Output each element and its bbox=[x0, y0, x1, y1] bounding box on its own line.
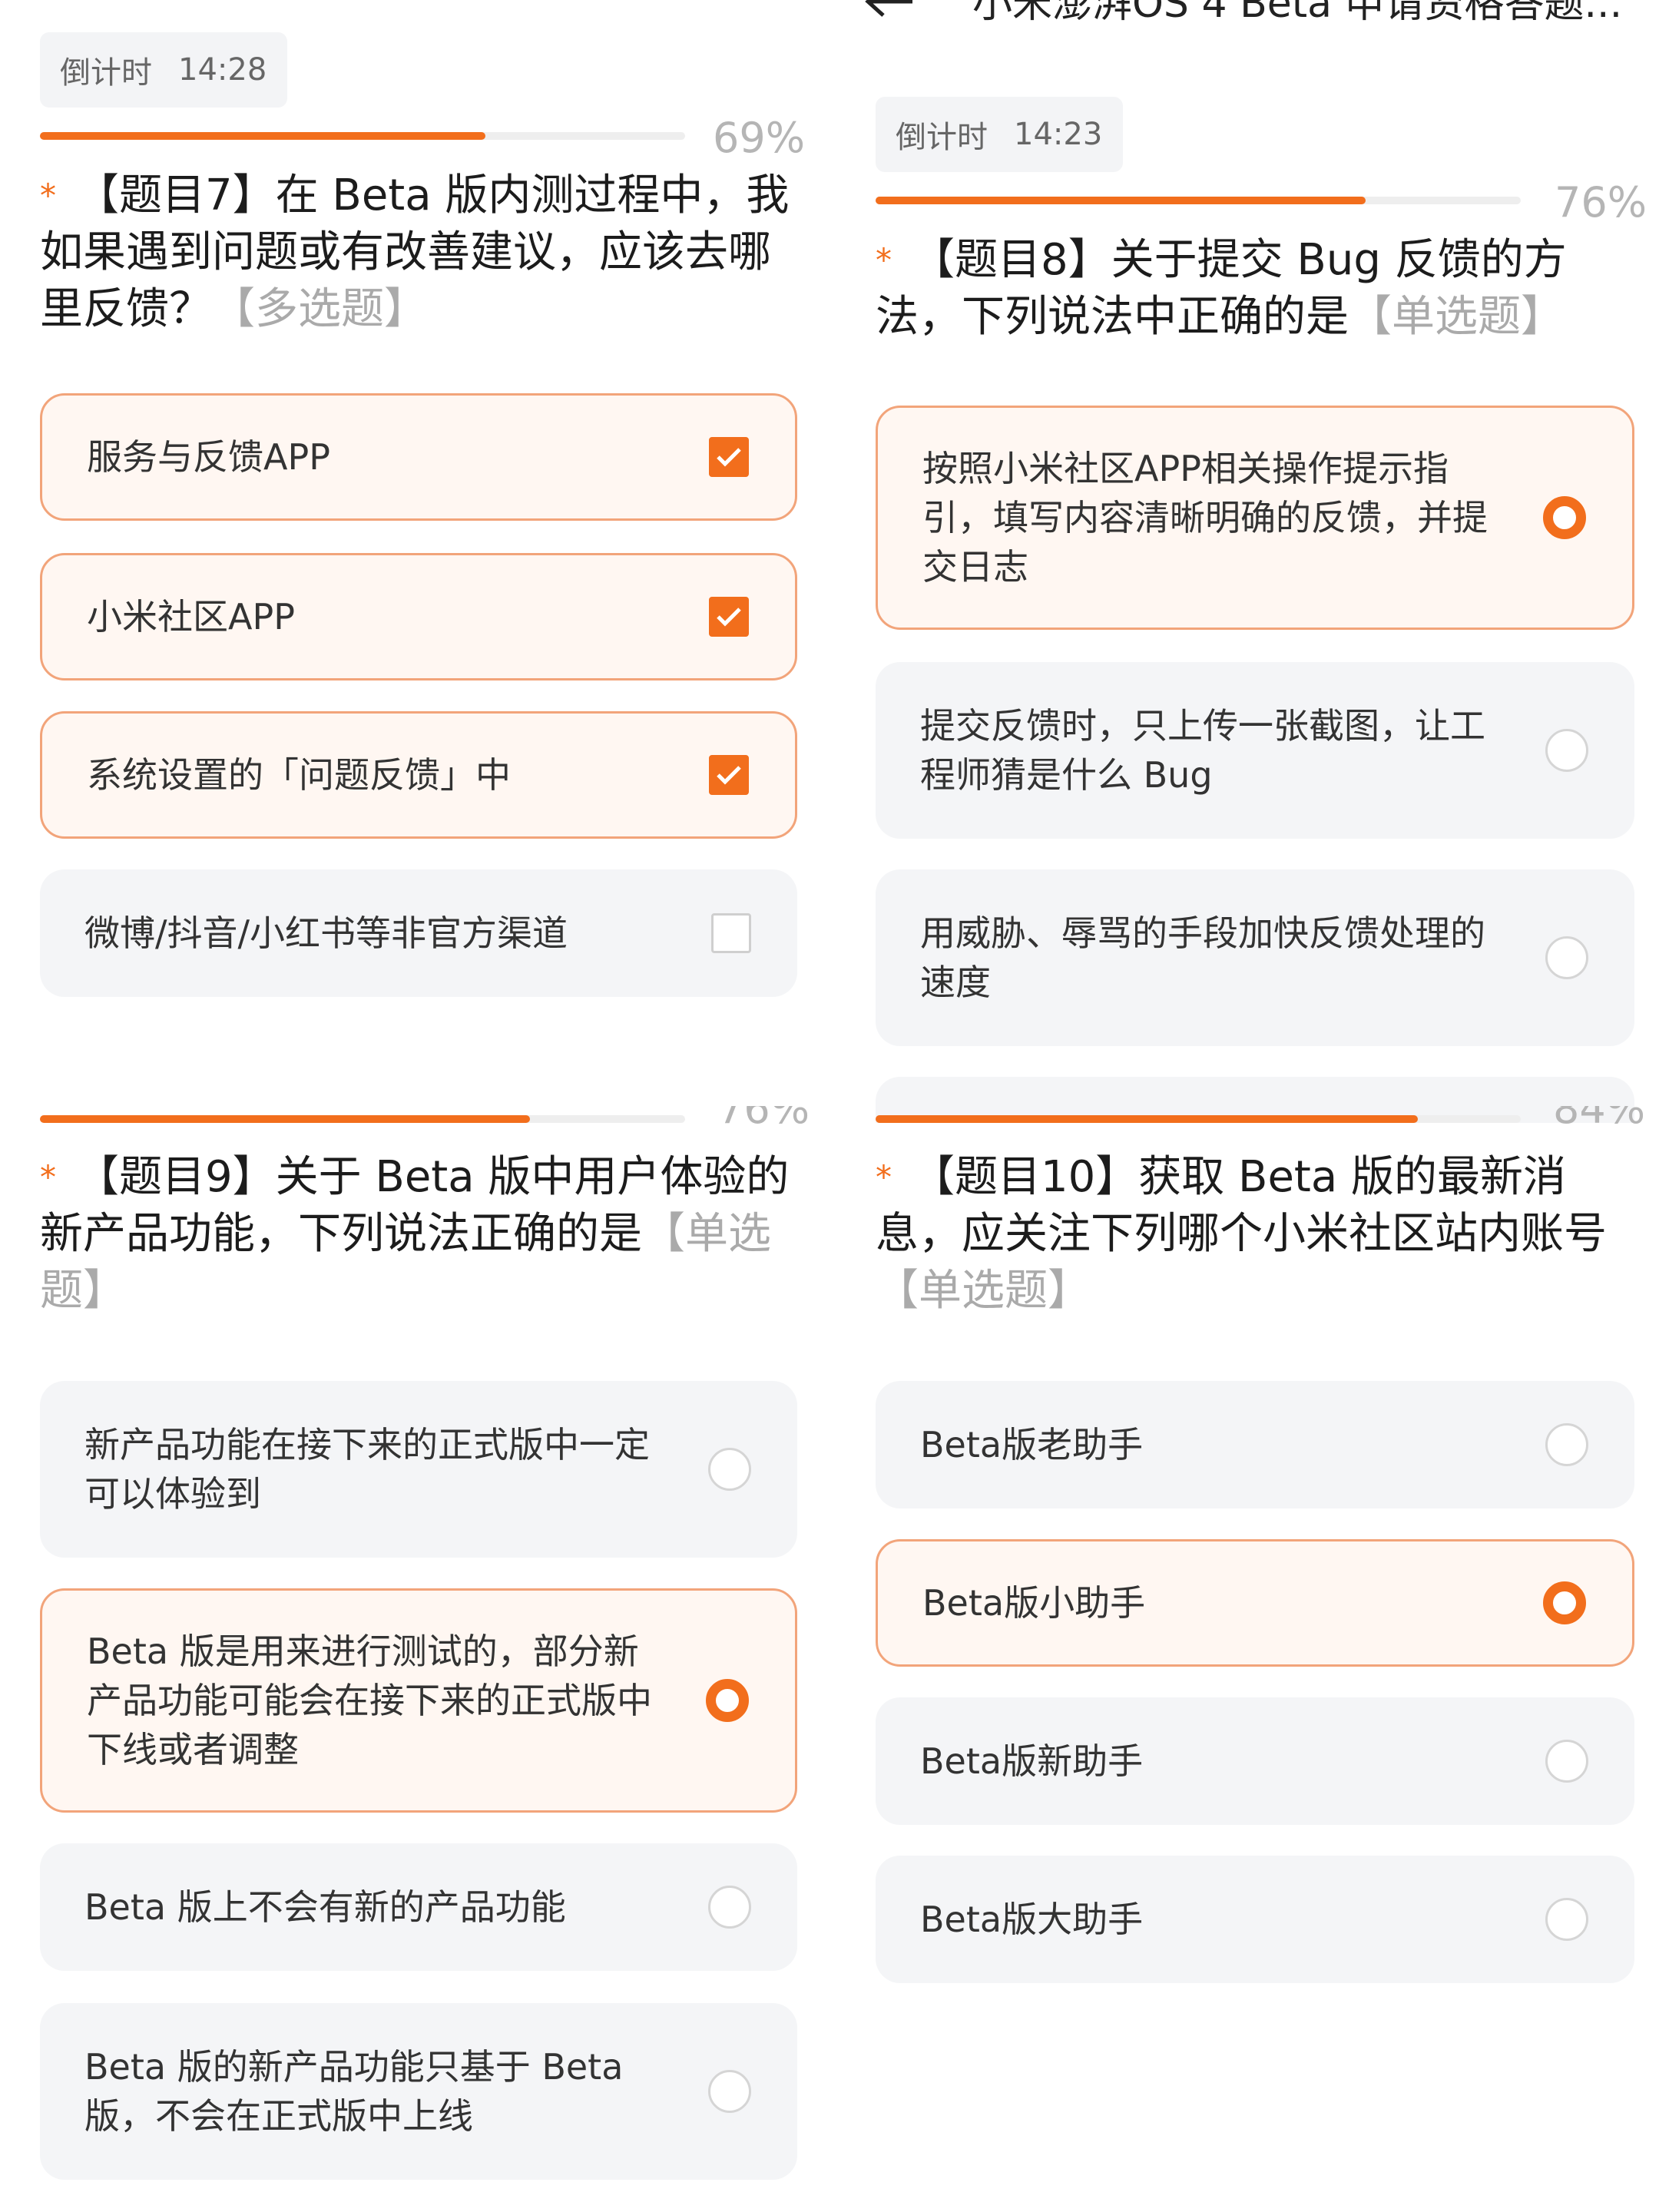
required-mark: * bbox=[40, 1158, 56, 1196]
option-beta-only-features[interactable]: Beta 版的新产品功能只基于 Beta 版，不会在正式版中上线 bbox=[40, 2003, 797, 2180]
option-label: 用威胁、辱骂的手段加快反馈处理的速度 bbox=[920, 912, 1485, 1003]
option-label: Beta版小助手 bbox=[922, 1582, 1146, 1624]
option-beta-old-assistant[interactable]: Beta版老助手 bbox=[876, 1381, 1634, 1508]
progress-percent-clip: 76% bbox=[713, 1106, 820, 1137]
option-label: Beta 版上不会有新的产品功能 bbox=[84, 1886, 566, 1928]
radio-unselected-icon[interactable] bbox=[1545, 1423, 1588, 1466]
option-xiaomi-community-app[interactable]: 小米社区APP bbox=[40, 553, 797, 680]
timer-label: 倒计时 bbox=[896, 120, 988, 155]
required-mark: * bbox=[40, 177, 56, 214]
option-label: 按照小米社区APP相关操作提示指引，填写内容清晰明确的反馈，并提交日志 bbox=[922, 448, 1488, 588]
progress-bar bbox=[40, 132, 685, 140]
progress-bar bbox=[40, 1115, 685, 1123]
progress-percent: 76% bbox=[717, 1106, 810, 1133]
progress-fill bbox=[876, 1115, 1418, 1123]
progress-percent-clip: 84% bbox=[1548, 1106, 1656, 1137]
radio-selected-icon[interactable] bbox=[706, 1679, 749, 1722]
option-label: Beta 版的新产品功能只基于 Beta 版，不会在正式版中上线 bbox=[84, 2046, 624, 2137]
option-follow-guide-submit-log[interactable]: 按照小米社区APP相关操作提示指引，填写内容清晰明确的反馈，并提交日志 bbox=[876, 406, 1634, 630]
question-title: * 【题目8】关于提交 Bug 反馈的方法，下列说法中正确的是【单选题】 bbox=[876, 232, 1628, 346]
progress-fill bbox=[40, 132, 485, 140]
required-mark: * bbox=[876, 1158, 892, 1196]
page-title: 小米澎湃OS 4 Beta 申请资格答题... bbox=[972, 0, 1623, 27]
progress-percent: 69% bbox=[713, 114, 806, 162]
countdown-timer: 倒计时 14:23 bbox=[876, 97, 1123, 172]
question-title: * 【题目9】关于 Beta 版中用户体验的新产品功能，下列说法正确的是【单选题】 bbox=[40, 1149, 793, 1320]
option-single-screenshot[interactable]: 提交反馈时，只上传一张截图，让工程师猜是什么 Bug bbox=[876, 662, 1634, 839]
option-unofficial-channels[interactable]: 微博/抖音/小红书等非官方渠道 bbox=[40, 869, 797, 997]
radio-selected-icon[interactable] bbox=[1543, 496, 1586, 539]
radio-unselected-icon[interactable] bbox=[708, 1886, 751, 1929]
option-label: Beta版老助手 bbox=[920, 1424, 1144, 1465]
option-beta-for-testing[interactable]: Beta 版是用来进行测试的，部分新产品功能可能会在接下来的正式版中下线或者调整 bbox=[40, 1588, 797, 1813]
option-threaten-abuse[interactable]: 用威胁、辱骂的手段加快反馈处理的速度 bbox=[876, 869, 1634, 1046]
progress-fill bbox=[40, 1115, 531, 1123]
option-definitely-in-stable[interactable]: 新产品功能在接下来的正式版中一定可以体验到 bbox=[40, 1381, 797, 1558]
checkbox-unchecked-icon[interactable] bbox=[711, 913, 751, 953]
radio-unselected-icon[interactable] bbox=[708, 1448, 751, 1491]
option-no-new-features[interactable]: Beta 版上不会有新的产品功能 bbox=[40, 1843, 797, 1971]
progress-bar bbox=[876, 1115, 1521, 1123]
checkbox-checked-icon[interactable] bbox=[709, 597, 749, 637]
option-label: Beta 版是用来进行测试的，部分新产品功能可能会在接下来的正式版中下线或者调整 bbox=[87, 1631, 652, 1770]
progress-percent: 76% bbox=[1555, 178, 1647, 227]
back-arrow-icon[interactable] bbox=[865, 0, 914, 17]
header-bar: 小米澎湃OS 4 Beta 申请资格答题... bbox=[860, 0, 1659, 27]
progress-bar bbox=[876, 197, 1521, 204]
timer-value: 14:23 bbox=[1014, 117, 1103, 152]
required-mark: * bbox=[876, 241, 892, 279]
question-type: 【多选题】 bbox=[212, 284, 427, 334]
option-system-settings-feedback[interactable]: 系统设置的「问题反馈」中 bbox=[40, 711, 797, 839]
option-label: Beta版新助手 bbox=[920, 1740, 1144, 1782]
timer-label: 倒计时 bbox=[60, 55, 152, 91]
option-label: 服务与反馈APP bbox=[87, 436, 330, 478]
option-beta-new-assistant[interactable]: Beta版新助手 bbox=[876, 1697, 1634, 1825]
checkbox-checked-icon[interactable] bbox=[709, 755, 749, 795]
question-type: 【单选题】 bbox=[1349, 292, 1564, 342]
option-label: 微博/抖音/小红书等非官方渠道 bbox=[84, 912, 568, 954]
option-label: 提交反馈时，只上传一张截图，让工程师猜是什么 Bug bbox=[920, 705, 1485, 796]
question-text: 【题目10】获取 Beta 版的最新消息，应关注下列哪个小米社区站内账号 bbox=[876, 1152, 1607, 1259]
checkbox-checked-icon[interactable] bbox=[709, 437, 749, 477]
countdown-timer: 倒计时 14:28 bbox=[40, 32, 287, 108]
option-service-feedback-app[interactable]: 服务与反馈APP bbox=[40, 393, 797, 521]
radio-unselected-icon[interactable] bbox=[1545, 936, 1588, 979]
option-beta-little-assistant[interactable]: Beta版小助手 bbox=[876, 1539, 1634, 1667]
timer-value: 14:28 bbox=[178, 52, 267, 88]
progress-fill bbox=[876, 197, 1366, 204]
option-label: 小米社区APP bbox=[87, 596, 295, 637]
radio-unselected-icon[interactable] bbox=[1545, 729, 1588, 772]
option-label: 系统设置的「问题反馈」中 bbox=[87, 754, 511, 796]
option-label: Beta版大助手 bbox=[920, 1899, 1144, 1940]
option-beta-big-assistant[interactable]: Beta版大助手 bbox=[876, 1856, 1634, 1983]
radio-unselected-icon[interactable] bbox=[1545, 1898, 1588, 1941]
option-label: 新产品功能在接下来的正式版中一定可以体验到 bbox=[84, 1424, 650, 1515]
radio-unselected-icon[interactable] bbox=[708, 2070, 751, 2113]
progress-percent: 84% bbox=[1553, 1106, 1646, 1133]
question-title: * 【题目10】获取 Beta 版的最新消息，应关注下列哪个小米社区站内账号【单选… bbox=[876, 1149, 1636, 1320]
radio-unselected-icon[interactable] bbox=[1545, 1740, 1588, 1783]
radio-selected-icon[interactable] bbox=[1543, 1581, 1586, 1624]
question-title: * 【题目7】在 Beta 版内测过程中，我如果遇到问题或有改善建议，应该去哪里反… bbox=[40, 167, 793, 338]
question-type: 【单选题】 bbox=[876, 1266, 1091, 1316]
